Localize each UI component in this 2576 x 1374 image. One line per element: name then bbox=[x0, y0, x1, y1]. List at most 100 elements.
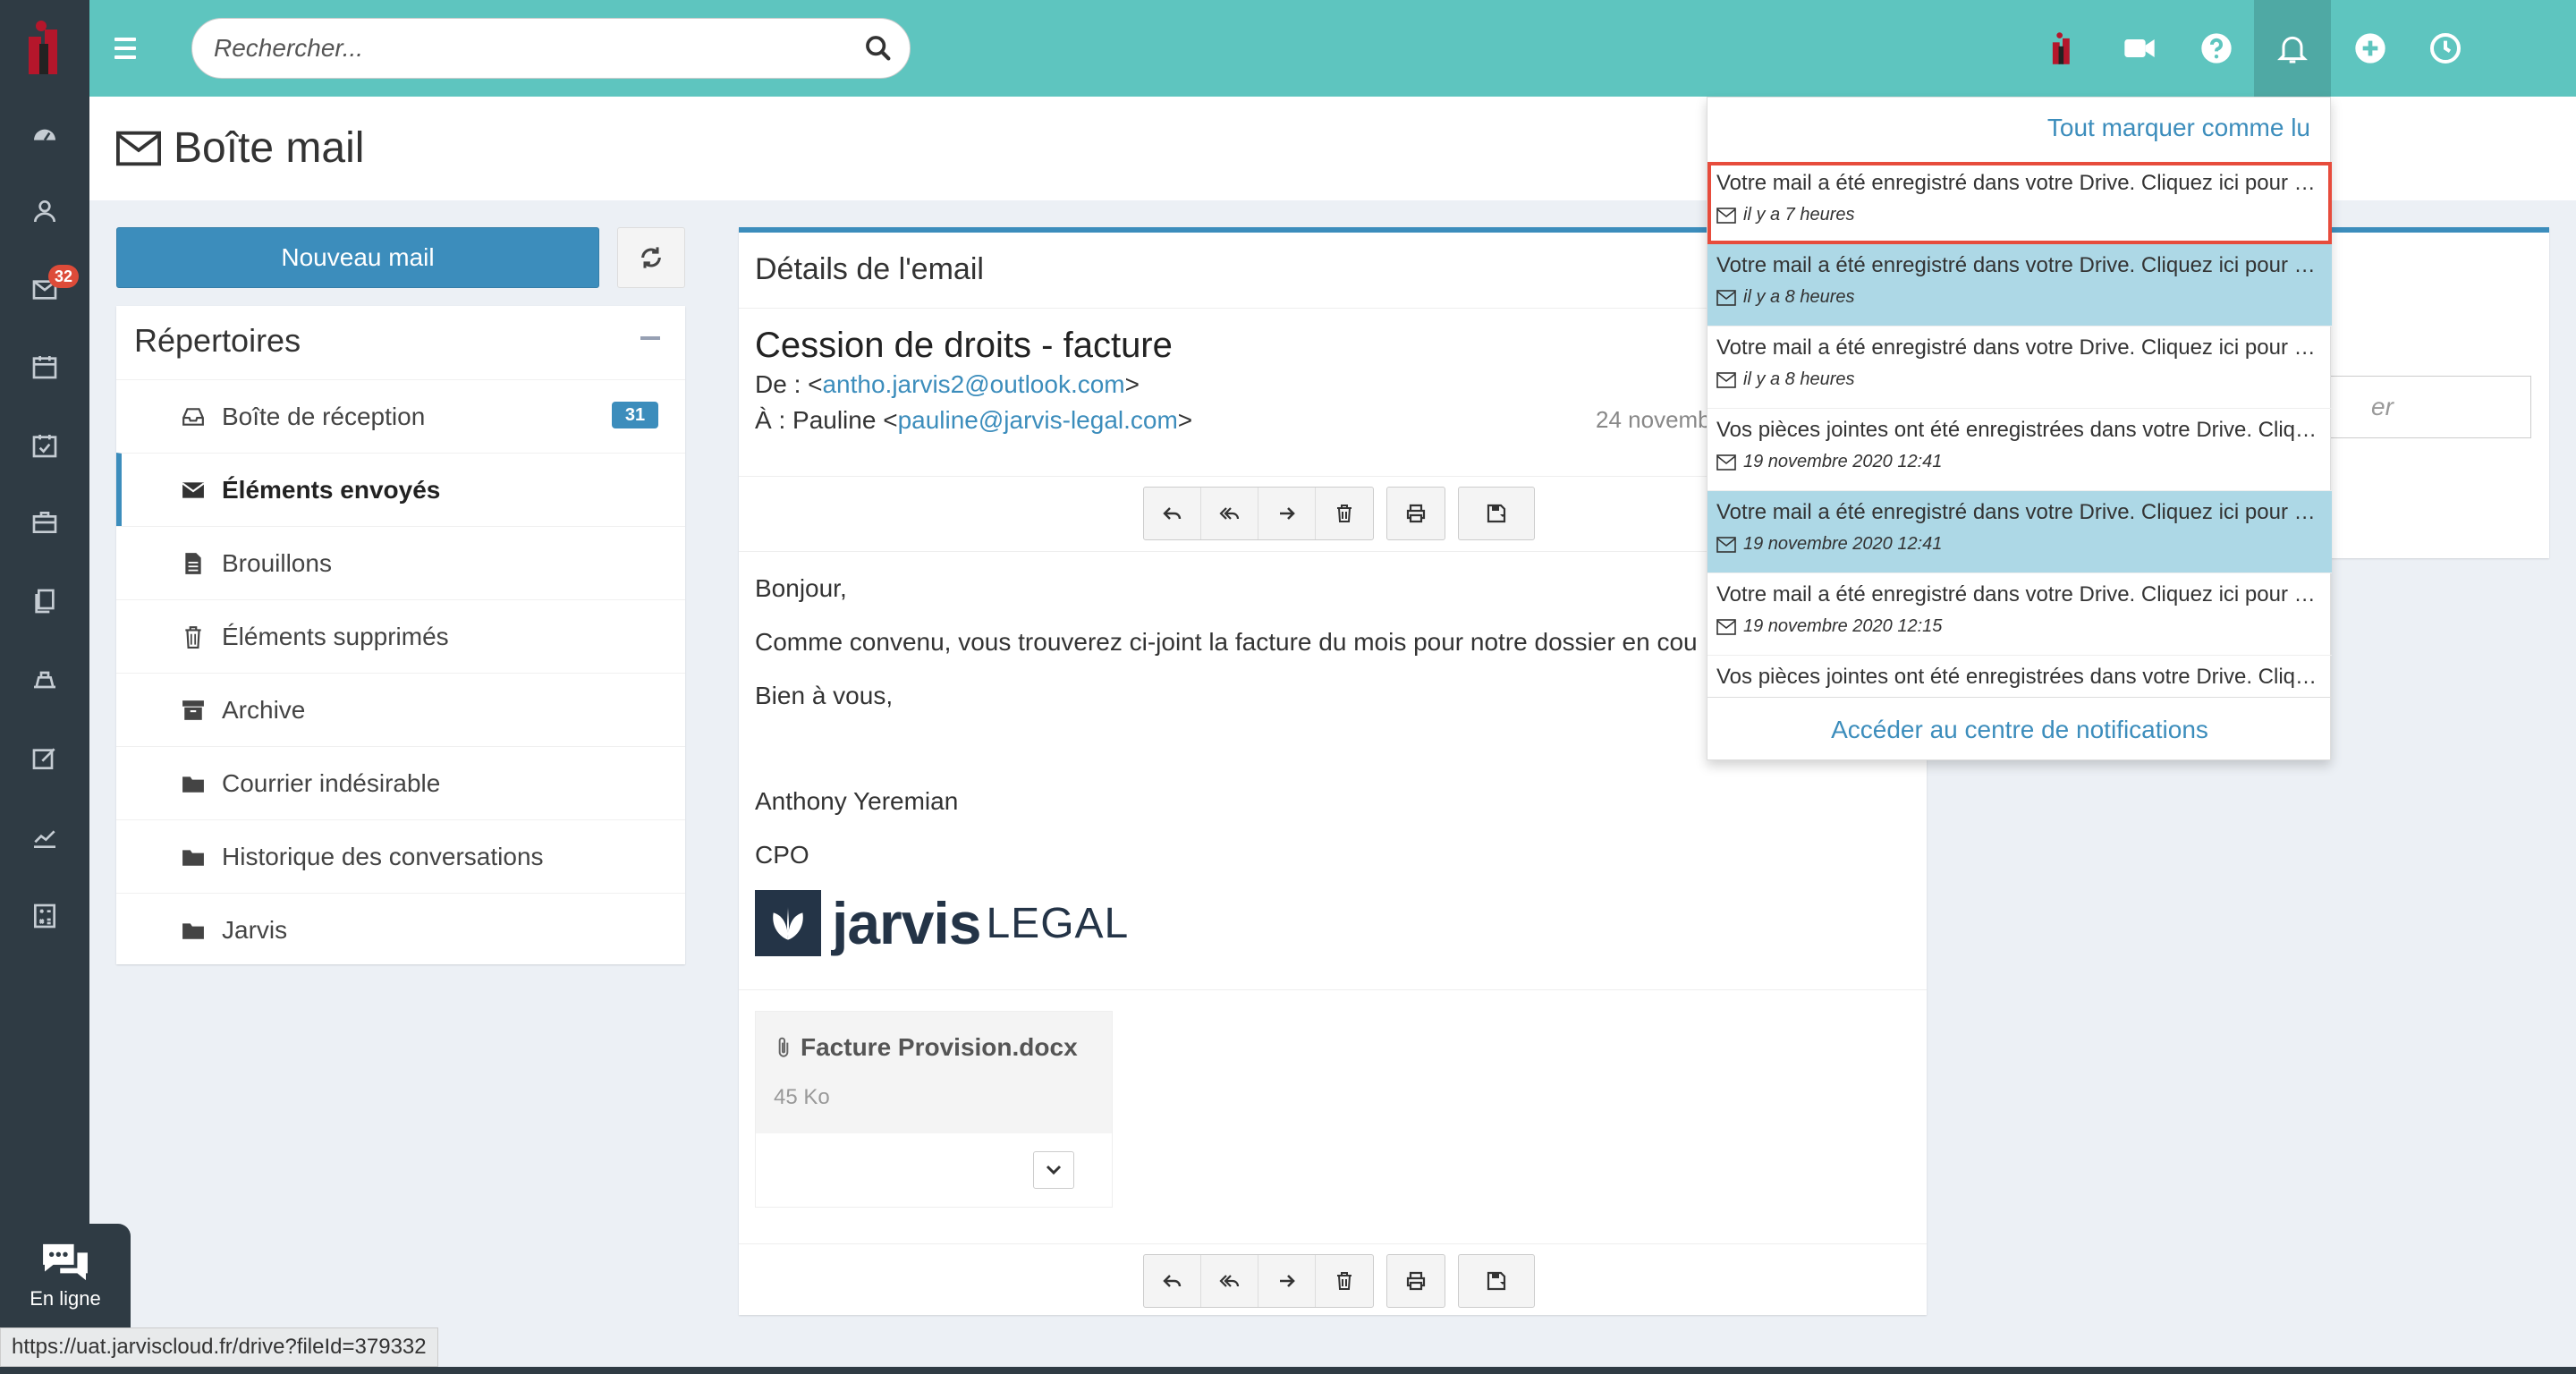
chart-icon[interactable] bbox=[27, 819, 63, 855]
folder-label: Jarvis bbox=[222, 915, 288, 944]
attachment-dropdown-button[interactable] bbox=[1033, 1151, 1074, 1189]
reply-icon bbox=[1162, 1275, 1181, 1287]
search-box bbox=[191, 18, 911, 79]
notification-item[interactable]: Vos pièces jointes ont été enregistrées … bbox=[1707, 656, 2332, 697]
reply-icon bbox=[1162, 507, 1181, 520]
print-group bbox=[1386, 1254, 1445, 1308]
signature-role: CPO bbox=[755, 841, 809, 869]
notification-time: 19 novembre 2020 12:41 bbox=[1743, 534, 1943, 554]
save-icon bbox=[1487, 504, 1506, 523]
notification-time: il y a 7 heures bbox=[1743, 205, 1855, 225]
tasks-icon[interactable] bbox=[27, 428, 63, 463]
email-box-title: Détails de l'email bbox=[755, 252, 984, 286]
chat-widget[interactable]: En ligne bbox=[0, 1224, 131, 1327]
print-button[interactable] bbox=[1387, 1255, 1445, 1307]
contacts-icon[interactable] bbox=[27, 193, 63, 229]
email-to: À : Pauline <pauline@jarvis-legal.com> bbox=[755, 406, 1193, 434]
from-email-link[interactable]: antho.jarvis2@outlook.com bbox=[822, 370, 1124, 398]
notification-text: Votre mail a été enregistré dans votre D… bbox=[1716, 582, 2323, 606]
jarvis-logo-icon bbox=[29, 21, 57, 74]
notification-item[interactable]: Votre mail a été enregistré dans votre D… bbox=[1707, 491, 2332, 573]
app-logo[interactable] bbox=[0, 0, 89, 97]
reply-all-icon bbox=[1218, 1275, 1239, 1287]
folders-panel: Répertoires Boîte de réception 31 Élémen… bbox=[116, 306, 685, 964]
to-email-link[interactable]: pauline@jarvis-legal.com bbox=[898, 406, 1178, 434]
jarvis-app-icon[interactable] bbox=[2038, 23, 2088, 73]
envelope-icon bbox=[1716, 371, 1736, 388]
notification-item[interactable]: Votre mail a été enregistré dans votre D… bbox=[1707, 573, 2332, 656]
documents-icon[interactable] bbox=[27, 583, 63, 619]
reply-button[interactable] bbox=[1144, 488, 1201, 539]
paperclip-icon bbox=[778, 1037, 789, 1057]
notification-item[interactable]: Votre mail a été enregistré dans votre D… bbox=[1707, 162, 2332, 244]
save-dropdown-button[interactable] bbox=[1459, 488, 1534, 539]
folder-junk[interactable]: Courrier indésirable bbox=[116, 746, 685, 819]
refresh-button[interactable] bbox=[617, 227, 685, 288]
forward-button[interactable] bbox=[1258, 488, 1316, 539]
notification-text: Votre mail a été enregistré dans votre D… bbox=[1716, 335, 2323, 360]
attachment-name[interactable]: Facture Provision.docx bbox=[774, 1033, 1078, 1062]
folder-sent[interactable]: Éléments envoyés bbox=[116, 453, 685, 526]
folder-inbox[interactable]: Boîte de réception 31 bbox=[116, 379, 685, 453]
folder-archive[interactable]: Archive bbox=[116, 673, 685, 746]
notification-item[interactable]: Votre mail a été enregistré dans votre D… bbox=[1707, 327, 2332, 409]
forward-icon bbox=[1279, 507, 1295, 520]
left-sidebar: 32 bbox=[0, 0, 89, 1374]
mark-all-read-link[interactable]: Tout marquer comme lu bbox=[2047, 114, 2310, 142]
notification-item[interactable]: Vos pièces jointes ont été enregistrées … bbox=[1707, 409, 2332, 491]
help-icon[interactable] bbox=[2191, 23, 2241, 73]
billing-icon[interactable] bbox=[27, 662, 63, 698]
reply-button[interactable] bbox=[1144, 1255, 1201, 1307]
folder-drafts[interactable]: Brouillons bbox=[116, 526, 685, 599]
delete-button[interactable] bbox=[1316, 1255, 1373, 1307]
folder-label: Courrier indésirable bbox=[222, 768, 441, 797]
new-mail-button[interactable]: Nouveau mail bbox=[116, 227, 599, 288]
email-body-closing: Bien à vous, bbox=[755, 682, 894, 709]
folder-icon bbox=[181, 918, 206, 943]
save-dropdown-button[interactable] bbox=[1459, 1255, 1534, 1307]
forward-icon bbox=[1279, 1275, 1295, 1287]
signature-logo-word: jarvis bbox=[832, 890, 981, 956]
briefcase-icon[interactable] bbox=[27, 505, 63, 540]
notifications-button[interactable] bbox=[2254, 0, 2331, 97]
reply-all-button[interactable] bbox=[1201, 488, 1258, 539]
refresh-icon bbox=[641, 247, 661, 268]
save-icon bbox=[1487, 1271, 1506, 1291]
folder-label: Archive bbox=[222, 695, 306, 724]
collapse-icon[interactable] bbox=[640, 336, 660, 340]
folders-list: Boîte de réception 31 Éléments envoyés B… bbox=[116, 379, 685, 966]
chevron-down-icon bbox=[1046, 1165, 1062, 1175]
dashboard-icon[interactable] bbox=[27, 116, 63, 152]
folders-title: Répertoires bbox=[134, 322, 301, 359]
search-icon[interactable] bbox=[863, 33, 894, 64]
attachment-header[interactable] bbox=[756, 1012, 1112, 1133]
envelope-icon bbox=[1716, 536, 1736, 553]
notification-item[interactable]: Votre mail a été enregistré dans votre D… bbox=[1707, 244, 2332, 327]
search-input[interactable] bbox=[214, 19, 822, 78]
print-button[interactable] bbox=[1387, 488, 1445, 539]
right-panel-input[interactable]: er bbox=[2308, 376, 2531, 438]
envelope-icon bbox=[116, 131, 161, 165]
folder-deleted[interactable]: Éléments supprimés bbox=[116, 599, 685, 673]
add-icon[interactable] bbox=[2345, 23, 2395, 73]
email-toolbar-bottom bbox=[1143, 1254, 1535, 1308]
attachment-card: Facture Provision.docx 45 Ko bbox=[755, 1011, 1113, 1208]
delete-button[interactable] bbox=[1316, 488, 1373, 539]
notification-time: il y a 8 heures bbox=[1743, 287, 1855, 307]
clock-icon[interactable] bbox=[2420, 23, 2470, 73]
notification-center-link[interactable]: Accéder au centre de notifications bbox=[1707, 697, 2332, 761]
save-group bbox=[1458, 487, 1535, 540]
calculator-icon[interactable] bbox=[27, 898, 63, 934]
forward-button[interactable] bbox=[1258, 1255, 1316, 1307]
folder-conversation-history[interactable]: Historique des conversations bbox=[116, 819, 685, 893]
folder-icon bbox=[181, 771, 206, 796]
email-toolbar-top bbox=[1143, 487, 1535, 540]
signature-logo-suffix: LEGAL bbox=[986, 899, 1130, 947]
notification-time: il y a 8 heures bbox=[1743, 369, 1855, 389]
edit-icon[interactable] bbox=[27, 741, 63, 776]
folder-jarvis[interactable]: Jarvis bbox=[116, 893, 685, 966]
menu-toggle-button[interactable] bbox=[107, 30, 143, 66]
video-call-icon[interactable] bbox=[2114, 23, 2165, 73]
reply-all-button[interactable] bbox=[1201, 1255, 1258, 1307]
calendar-icon[interactable] bbox=[27, 349, 63, 385]
